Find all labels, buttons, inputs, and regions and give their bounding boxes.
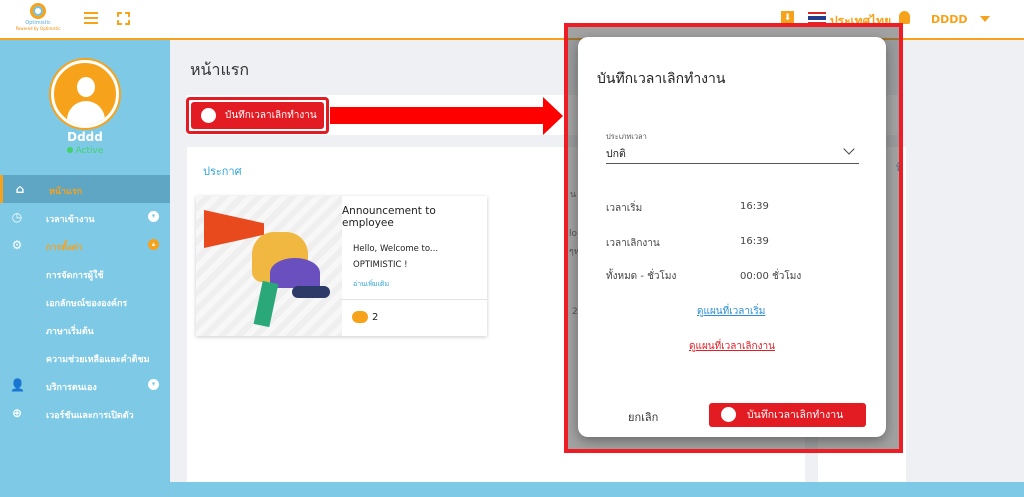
- sidebar-item-home[interactable]: ⌂ หน้าแรก: [0, 175, 170, 203]
- dialog-title: บันทึกเวลาเลิกทำงาน: [597, 71, 726, 87]
- card-text-line: OPTIMISTIC !: [353, 260, 408, 270]
- select-underline: [606, 163, 859, 164]
- clock-icon: ◷: [11, 210, 23, 224]
- sidebar-item-organization-identity[interactable]: เอกลักษณ์ขององค์กร: [0, 287, 170, 315]
- time-type-select[interactable]: ปกติ: [606, 145, 626, 162]
- sidebar-item-settings[interactable]: ⚙ การตั้งค่า ▴: [0, 231, 170, 259]
- sidebar: Dddd Active ⌂ หน้าแรก ◷ เวลาเข้างาน ▾ ⚙ …: [0, 40, 170, 497]
- chevron-down-icon[interactable]: ▾: [148, 211, 159, 222]
- sidebar-item-user-management[interactable]: การจัดการผู้ใช้: [0, 259, 170, 287]
- sidebar-menu: ⌂ หน้าแรก ◷ เวลาเข้างาน ▾ ⚙ การตั้งค่า ▴…: [0, 175, 170, 427]
- announcement-title: ประกาศ: [203, 165, 242, 178]
- sidebar-item-self-service[interactable]: 👤 บริการตนเอง ▾: [0, 371, 170, 399]
- app-logo[interactable]: Optimistic Powered by Optimistic: [8, 3, 68, 37]
- submit-button-label: บันทึกเวลาเลิกทำงาน: [747, 409, 844, 421]
- sidebar-item-default-language[interactable]: ภาษาเริ่มต้น: [0, 315, 170, 343]
- fullscreen-icon[interactable]: [117, 12, 130, 25]
- status-text: Active: [75, 146, 104, 156]
- highlight-box: [186, 97, 329, 134]
- clock-icon: [721, 407, 736, 422]
- card-heading: Announcement to employee: [342, 205, 436, 229]
- sidebar-item-time-attendance[interactable]: ◷ เวลาเข้างาน ▾: [0, 203, 170, 231]
- hamburger-menu-icon[interactable]: [84, 12, 98, 26]
- announcement-card[interactable]: Announcement to employee Hello, Welcome …: [196, 196, 487, 336]
- total-hours-label: ทั้งหมด - ชั่วโมง: [606, 271, 677, 282]
- time-type-label: ประเภทเวลา: [606, 132, 647, 141]
- annotation-arrow-head: [543, 97, 563, 135]
- home-icon: ⌂: [15, 182, 25, 196]
- sidebar-item-help-feedback[interactable]: ความช่วยเหลือและคำติชม: [0, 343, 170, 371]
- logo-powered-by: Powered by Optimistic: [15, 26, 61, 31]
- gear-icon: ⚙: [11, 238, 23, 252]
- comment-count: 2: [372, 312, 379, 323]
- comment-icon[interactable]: [352, 311, 368, 323]
- cancel-button[interactable]: ยกเลิก: [628, 408, 658, 426]
- logo-icon: [30, 3, 46, 19]
- read-more-link[interactable]: อ่านเพิ่มเติม: [353, 279, 389, 290]
- end-time-label: เวลาเลิกงาน: [606, 238, 660, 249]
- chevron-down-icon[interactable]: ▾: [148, 379, 159, 390]
- start-time-label: เวลาเริ่ม: [606, 203, 643, 214]
- card-text-line: Hello, Welcome to...: [353, 244, 439, 254]
- view-start-map-link[interactable]: ดูแผนที่เวลาเริ่ม: [697, 304, 765, 319]
- user-menu[interactable]: DDDD: [931, 13, 968, 26]
- divider: [342, 299, 487, 300]
- annotation-arrow: [330, 107, 545, 124]
- chevron-up-icon[interactable]: ▴: [148, 239, 159, 250]
- avatar[interactable]: [51, 60, 119, 128]
- chevron-down-icon[interactable]: [980, 16, 990, 22]
- sidebar-item-version-release[interactable]: ⊕ เวอร์ชันและการเปิดตัว: [0, 399, 170, 427]
- footer-strip: [170, 482, 1024, 497]
- version-icon: ⊕: [11, 406, 23, 420]
- page-title: หน้าแรก: [190, 60, 250, 79]
- announcement-image: [196, 196, 342, 336]
- profile-name: Dddd: [67, 130, 103, 144]
- submit-clock-out-button[interactable]: บันทึกเวลาเลิกทำงาน: [709, 403, 866, 427]
- status-badge: Active: [0, 146, 170, 156]
- total-hours-value: 00:00 ชั่วโมง: [740, 271, 802, 282]
- card-text: Hello, Welcome to... OPTIMISTIC !: [353, 241, 438, 273]
- user-icon: 👤: [10, 378, 25, 392]
- end-time-value: 16:39: [740, 236, 769, 247]
- start-time-value: 16:39: [740, 201, 769, 212]
- view-end-map-link[interactable]: ดูแผนที่เวลาเลิกงาน: [689, 339, 775, 354]
